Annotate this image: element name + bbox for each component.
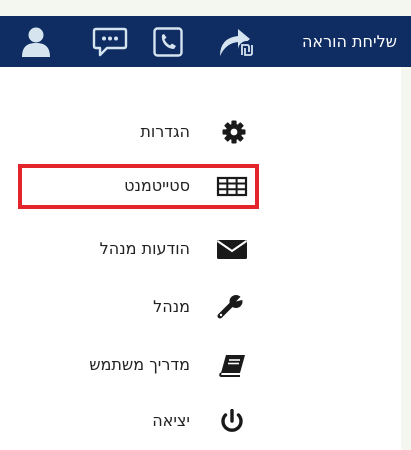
- chat-icon[interactable]: [92, 26, 128, 58]
- user-icon[interactable]: [20, 26, 52, 58]
- send-instruction-label[interactable]: שליחת הוראה: [302, 32, 397, 52]
- top-navbar: שליחת הוראה: [0, 16, 411, 67]
- menu-item-label: מדריך משתמש: [89, 355, 190, 374]
- menu-item-label: יציאה: [152, 411, 190, 430]
- phone-icon[interactable]: [152, 26, 184, 58]
- send-instruction-icon[interactable]: [216, 24, 260, 60]
- menu-item-label: מנהל: [153, 297, 190, 316]
- gear-icon: [214, 120, 248, 144]
- menu-item-admin[interactable]: מנהל: [0, 287, 401, 327]
- book-icon: [214, 353, 248, 377]
- menu-item-admin-messages[interactable]: הודעות מנהל: [0, 229, 401, 269]
- power-icon: [214, 409, 248, 433]
- menu-item-user-guide[interactable]: מדריך משתמש: [0, 345, 401, 385]
- menu-item-label: הודעות מנהל: [99, 239, 190, 258]
- menu-item-settings[interactable]: הגדרות: [0, 112, 401, 152]
- selection-highlight: [18, 164, 259, 209]
- wrench-icon: [214, 295, 248, 319]
- menu-item-logout[interactable]: יציאה: [0, 401, 401, 441]
- envelope-icon: [214, 237, 248, 261]
- menu-item-label: הגדרות: [140, 122, 190, 141]
